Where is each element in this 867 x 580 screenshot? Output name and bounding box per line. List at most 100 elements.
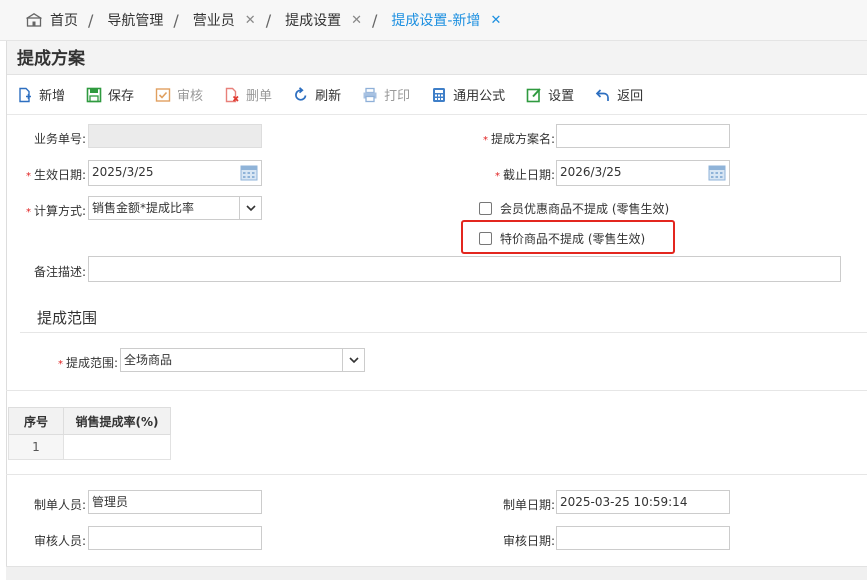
breadcrumb-home-label[interactable]: 首页 — [50, 10, 78, 30]
required-mark: * — [25, 171, 31, 182]
breadcrumb: 首页 / 导航管理 / 营业员 ✕ / 提成设置 ✕ / 提成设置-新增 ✕ — [0, 0, 867, 41]
edit-icon — [526, 87, 542, 103]
print-button-label: 打印 — [384, 89, 411, 104]
new-button[interactable]: 新增 — [17, 85, 65, 104]
plan-name-field[interactable] — [556, 124, 730, 148]
tab-commission-settings-label[interactable]: 提成设置 — [285, 10, 341, 30]
scope-select[interactable]: 全场商品 — [120, 348, 365, 372]
table-cell-rate[interactable] — [63, 434, 171, 460]
chevron-down-icon[interactable] — [342, 349, 364, 371]
audit-date-label: 审核日期: — [494, 532, 555, 549]
settings-button-label: 设置 — [548, 89, 575, 104]
column-header-index[interactable]: 序号 — [8, 407, 64, 435]
checkbox-box[interactable] — [479, 232, 492, 245]
new-button-label: 新增 — [39, 89, 66, 104]
close-icon[interactable]: ✕ — [245, 13, 256, 28]
remark-label-text: 备注描述: — [33, 265, 86, 279]
creator-field: 管理员 — [88, 490, 262, 514]
section-divider — [20, 332, 867, 333]
tab-salesman-label[interactable]: 营业员 — [193, 10, 235, 30]
member-discount-checkbox[interactable]: 会员优惠商品不提成 (零售生效) — [479, 200, 669, 217]
tab-salesman[interactable]: 营业员 ✕ / — [193, 0, 285, 41]
audit-button-label: 审核 — [177, 89, 204, 104]
page-title: 提成方案 — [7, 41, 867, 75]
calc-method-select[interactable]: 销售金额*提成比率 — [88, 196, 262, 220]
table-cell-index: 1 — [8, 434, 64, 460]
calc-method-value: 销售金额*提成比率 — [92, 201, 195, 215]
commission-rate-table: 序号 销售提成率(%) 1 — [8, 407, 171, 460]
required-mark: * — [482, 135, 488, 146]
close-icon[interactable]: ✕ — [351, 13, 362, 28]
column-header-rate[interactable]: 销售提成率(%) — [63, 407, 171, 435]
plan-name-label-text: 提成方案名: — [490, 132, 555, 146]
end-date-field[interactable]: 2026/3/25 — [556, 160, 730, 186]
end-date-value: 2026/3/25 — [560, 165, 622, 179]
separator-icon: / — [88, 10, 94, 30]
start-date-label-text: 生效日期: — [33, 168, 86, 182]
special-price-label: 特价商品不提成 (零售生效) — [500, 232, 646, 246]
return-arrow-icon — [595, 87, 611, 103]
special-price-checkbox[interactable]: 特价商品不提成 (零售生效) — [479, 230, 645, 247]
end-date-label: * 截止日期: — [486, 166, 555, 183]
start-date-label: * 生效日期: — [18, 166, 86, 183]
delete-button[interactable]: 删单 — [224, 85, 272, 104]
table-row[interactable]: 1 — [8, 434, 171, 460]
home-icon[interactable] — [26, 13, 42, 27]
required-mark: * — [57, 359, 63, 370]
remark-label: 备注描述: — [26, 263, 86, 280]
calendar-icon[interactable] — [240, 164, 258, 181]
audit-date-label-text: 审核日期: — [502, 534, 555, 548]
breadcrumb-home[interactable]: 首页 / — [50, 0, 107, 41]
chevron-down-icon[interactable] — [239, 197, 261, 219]
breadcrumb-nav-label[interactable]: 导航管理 — [107, 10, 163, 30]
section-divider — [6, 474, 867, 475]
end-date-label-text: 截止日期: — [502, 168, 555, 182]
start-date-field[interactable]: 2025/3/25 — [88, 160, 262, 186]
doc-no-label: 业务单号: — [26, 130, 86, 147]
checkbox-box[interactable] — [479, 202, 492, 215]
calc-method-label: * 计算方式: — [18, 202, 86, 219]
save-button-label: 保存 — [108, 89, 135, 104]
create-date-field: 2025-03-25 10:59:14 — [556, 490, 730, 514]
doc-no-label-text: 业务单号: — [33, 132, 86, 146]
scope-label-text: 提成范围: — [65, 356, 118, 370]
calc-method-label-text: 计算方式: — [33, 204, 86, 218]
horizontal-scrollbar[interactable] — [6, 566, 867, 580]
section-divider — [6, 390, 867, 391]
scope-label: * 提成范围: — [50, 354, 118, 371]
member-discount-label: 会员优惠商品不提成 (零售生效) — [500, 202, 670, 216]
save-button[interactable]: 保存 — [86, 85, 134, 104]
scope-section-title: 提成范围 — [37, 309, 98, 327]
tab-commission-add[interactable]: 提成设置-新增 ✕ — [391, 0, 501, 41]
delete-button-label: 删单 — [246, 89, 273, 104]
breadcrumb-nav[interactable]: 导航管理 / — [107, 0, 192, 41]
auditor-label-text: 审核人员: — [33, 534, 86, 548]
start-date-value: 2025/3/25 — [92, 165, 154, 179]
print-button[interactable]: 打印 — [362, 85, 410, 104]
create-date-label: 制单日期: — [494, 496, 555, 513]
required-mark: * — [494, 171, 500, 182]
separator-icon: / — [265, 10, 272, 30]
close-icon[interactable]: ✕ — [490, 13, 501, 28]
calculator-icon — [431, 87, 447, 103]
creator-label: 制单人员: — [26, 496, 86, 513]
separator-icon: / — [173, 10, 179, 30]
plan-name-label: * 提成方案名: — [470, 130, 555, 147]
tab-commission-add-label[interactable]: 提成设置-新增 — [391, 10, 480, 30]
refresh-button-label: 刷新 — [315, 89, 342, 104]
checkbox-check-icon — [155, 87, 171, 103]
formula-button-label: 通用公式 — [453, 89, 506, 104]
back-button[interactable]: 返回 — [595, 85, 643, 104]
formula-button[interactable]: 通用公式 — [431, 85, 505, 104]
create-date-label-text: 制单日期: — [502, 498, 555, 512]
refresh-icon — [293, 86, 309, 103]
audit-button[interactable]: 审核 — [155, 85, 203, 104]
creator-label-text: 制单人员: — [33, 498, 86, 512]
remark-field[interactable] — [88, 256, 841, 282]
printer-icon — [362, 87, 378, 103]
refresh-button[interactable]: 刷新 — [293, 85, 341, 104]
separator-icon: / — [371, 10, 378, 30]
settings-button[interactable]: 设置 — [526, 85, 574, 104]
calendar-icon[interactable] — [708, 164, 726, 181]
tab-commission-settings[interactable]: 提成设置 ✕ / — [285, 0, 391, 41]
